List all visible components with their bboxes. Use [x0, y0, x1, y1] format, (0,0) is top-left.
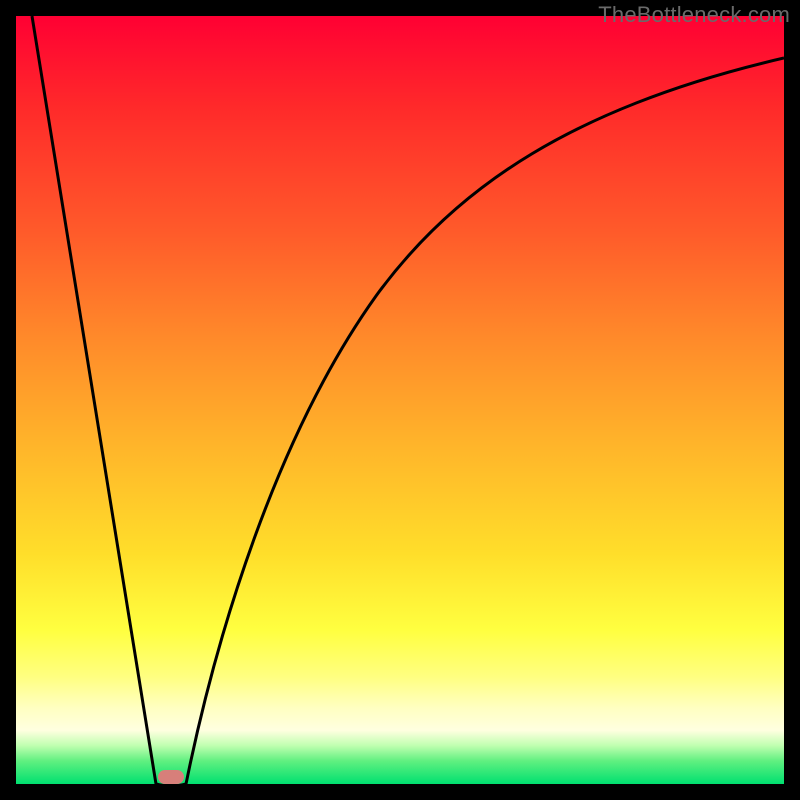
left-curve: [32, 16, 156, 784]
min-marker: [158, 770, 184, 784]
chart-frame: TheBottleneck.com: [0, 0, 800, 800]
watermark-text: TheBottleneck.com: [598, 2, 790, 28]
right-curve: [186, 58, 784, 784]
curve-layer: [16, 16, 784, 784]
plot-area: [16, 16, 784, 784]
